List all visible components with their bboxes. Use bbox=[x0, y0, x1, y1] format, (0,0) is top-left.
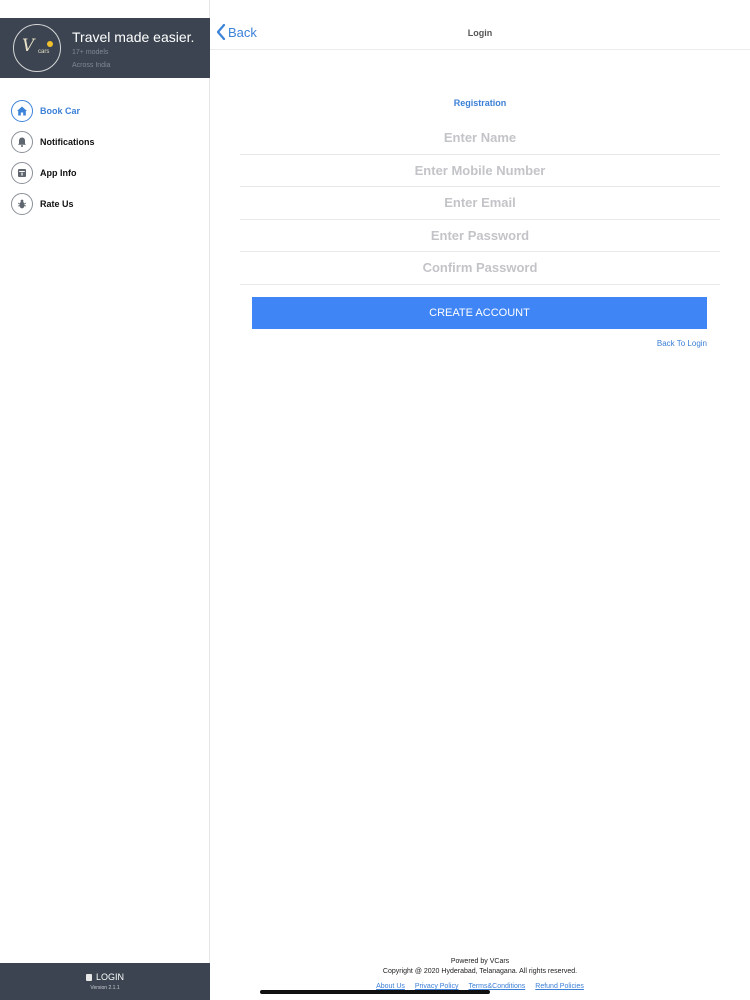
confirm-password-field[interactable] bbox=[240, 260, 720, 276]
home-icon bbox=[11, 99, 33, 122]
info-box-icon bbox=[11, 161, 33, 184]
copyright-text: Copyright @ 2020 Hyderabad, Telanagana. … bbox=[382, 968, 578, 975]
sidebar-menu: Book Car Notifications App Info Rate Us bbox=[0, 95, 210, 219]
mobile-number-field[interactable] bbox=[240, 162, 720, 178]
sidebar-item-app-info[interactable]: App Info bbox=[0, 157, 210, 188]
sidebar-item-book-car[interactable]: Book Car bbox=[0, 95, 210, 126]
app-logo: V cars bbox=[13, 24, 61, 72]
terms-conditions-link[interactable]: Terms&Conditions bbox=[468, 983, 525, 990]
sidebar-item-rate-us[interactable]: Rate Us bbox=[0, 188, 210, 219]
sidebar-item-label: App Info bbox=[40, 167, 77, 178]
coverage-text: Across India bbox=[72, 62, 111, 69]
version-text: Version 2.1.1 bbox=[90, 985, 120, 991]
main-content: Back Login Registration CREATE ACCOUNT B… bbox=[210, 0, 750, 1000]
sidebar-header: V cars Travel made easier. 17+ models Ac… bbox=[0, 18, 210, 78]
login-icon bbox=[85, 973, 92, 981]
about-us-link[interactable]: About Us bbox=[376, 983, 405, 990]
sidebar-item-notifications[interactable]: Notifications bbox=[0, 126, 210, 157]
login-label: LOGIN bbox=[95, 972, 124, 982]
logo-dot bbox=[47, 41, 53, 47]
registration-title: Registration bbox=[453, 98, 507, 108]
bug-icon bbox=[11, 192, 33, 215]
mobile-field-row bbox=[240, 155, 720, 187]
sidebar-item-label: Book Car bbox=[40, 105, 81, 116]
back-to-login-link[interactable]: Back To Login bbox=[590, 339, 707, 348]
logo-text: cars bbox=[38, 49, 50, 55]
email-field[interactable] bbox=[240, 195, 720, 211]
password-field-row bbox=[240, 220, 720, 252]
logo-mark: V bbox=[22, 36, 35, 56]
password-field[interactable] bbox=[240, 227, 720, 243]
footer-links: About Us Privacy Policy Terms&Conditions… bbox=[210, 983, 750, 990]
sidebar-item-label: Notifications bbox=[40, 136, 95, 147]
name-field-row bbox=[240, 122, 720, 155]
name-field[interactable] bbox=[240, 130, 720, 146]
privacy-policy-link[interactable]: Privacy Policy bbox=[415, 983, 459, 990]
powered-by-text: Powered by VCars bbox=[450, 958, 510, 965]
create-account-button[interactable]: CREATE ACCOUNT bbox=[252, 297, 707, 329]
refund-policies-link[interactable]: Refund Policies bbox=[535, 983, 584, 990]
sidebar-footer: LOGIN Version 2.1.1 bbox=[0, 963, 210, 1000]
page-title: Login bbox=[467, 28, 493, 38]
email-field-row bbox=[240, 187, 720, 220]
confirm-password-field-row bbox=[240, 252, 720, 285]
home-indicator[interactable] bbox=[260, 990, 490, 994]
sidebar: V cars Travel made easier. 17+ models Ac… bbox=[0, 0, 210, 1000]
page-footer: Powered by VCars Copyright @ 2020 Hydera… bbox=[210, 957, 750, 990]
registration-form bbox=[240, 122, 720, 285]
sidebar-item-label: Rate Us bbox=[40, 198, 74, 209]
bell-icon bbox=[11, 130, 33, 153]
sidebar-login-button[interactable]: LOGIN bbox=[0, 972, 210, 982]
navbar: Back Login bbox=[210, 18, 750, 50]
models-count: 17+ models bbox=[72, 49, 109, 56]
tagline: Travel made easier. bbox=[72, 29, 195, 45]
app-root: V cars Travel made easier. 17+ models Ac… bbox=[0, 0, 750, 1000]
